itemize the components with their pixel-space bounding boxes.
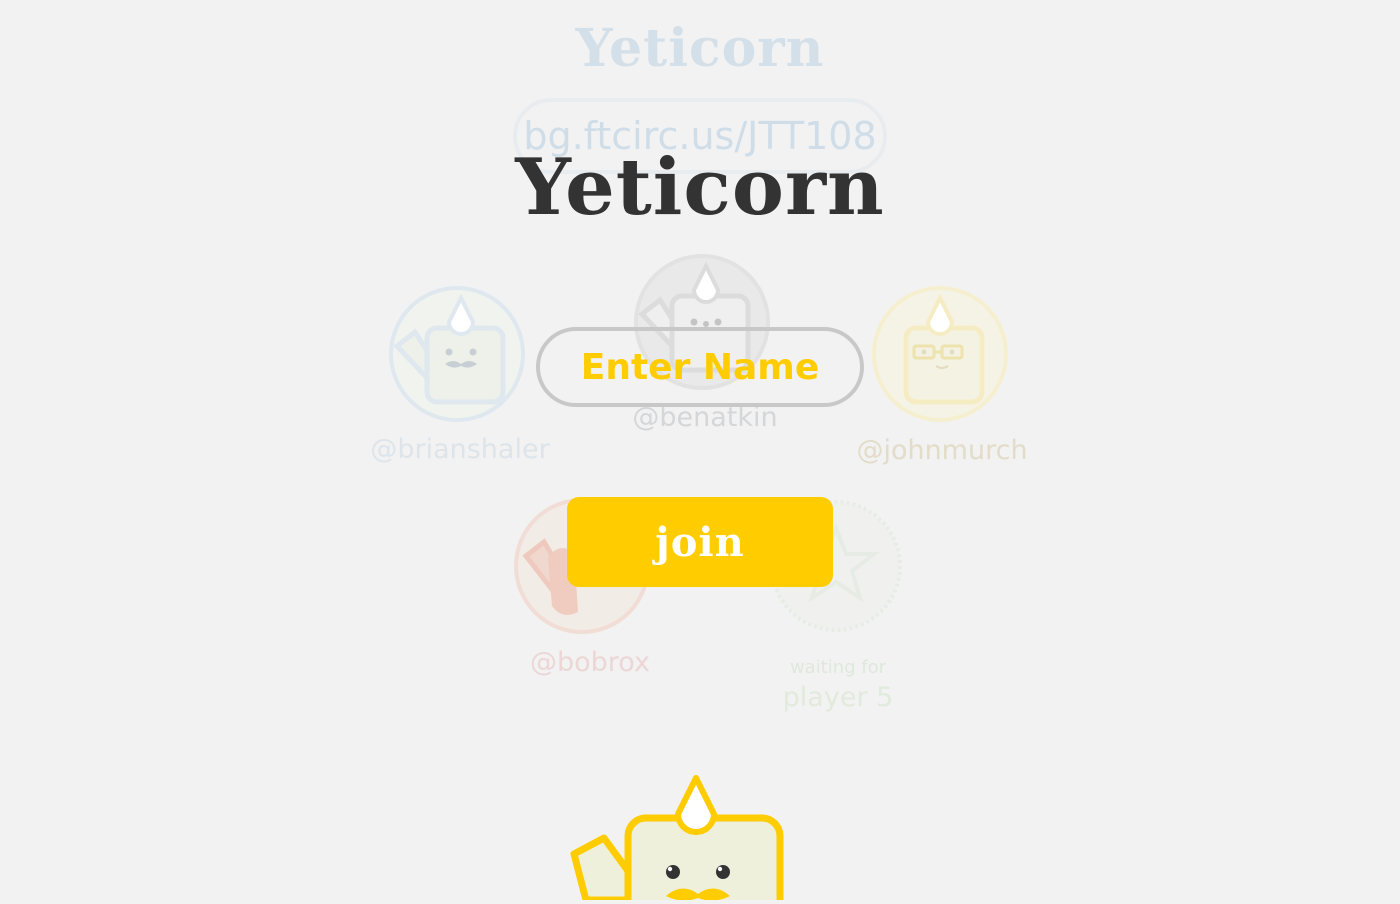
player-avatar-johnmurch <box>872 286 1008 422</box>
join-button[interactable]: join <box>567 497 833 587</box>
mascot <box>560 770 800 904</box>
lobby-title: Yeticorn <box>575 18 825 79</box>
player-handle-bobrox: @bobrox <box>530 647 650 678</box>
player-avatar-brianshaler <box>389 286 525 422</box>
name-input[interactable] <box>536 327 864 407</box>
yeticorn-avatar-icon <box>393 293 506 405</box>
player-handle-brianshaler: @brianshaler <box>370 434 550 465</box>
lobby-background: Yeticorn bg.ftcirc.us/JTT108 @brianshale… <box>0 0 1400 900</box>
yeticorn-avatar-icon <box>903 293 985 405</box>
page-title: Yeticorn <box>515 142 885 233</box>
waiting-player-name: player 5 <box>782 682 894 713</box>
waiting-label: waiting for <box>789 657 887 678</box>
yeticorn-mascot-icon <box>570 775 784 904</box>
player-handle-johnmurch: @johnmurch <box>856 435 1028 466</box>
